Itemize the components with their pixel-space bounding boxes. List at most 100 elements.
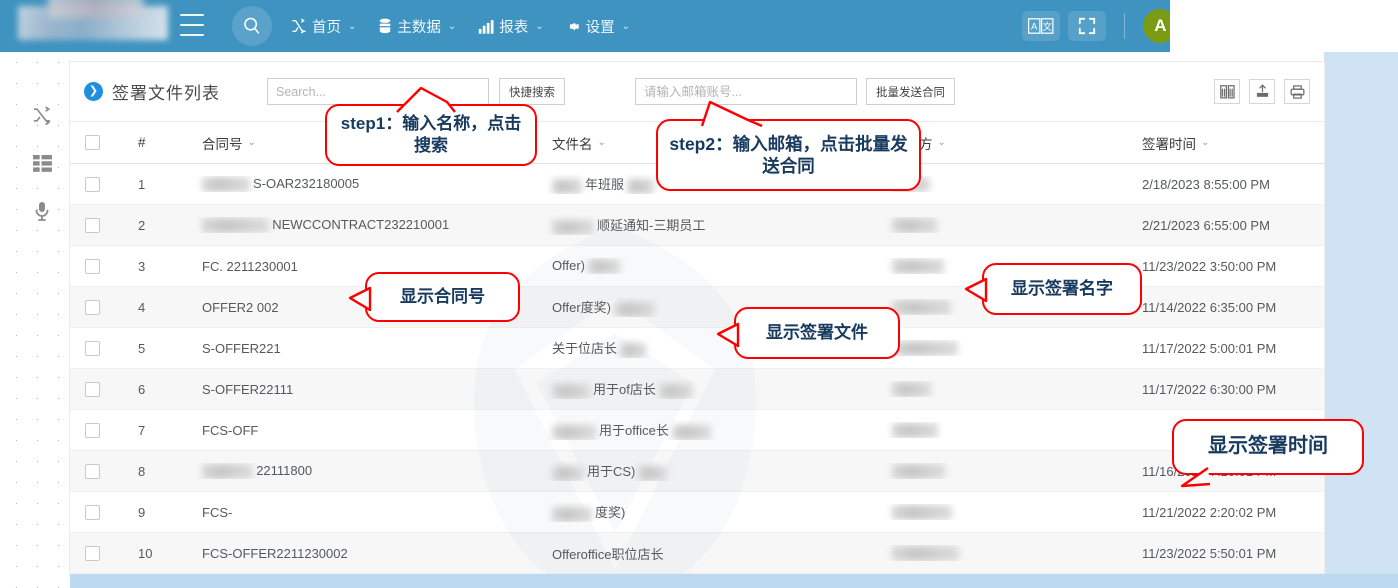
table-row[interactable]: 2 NEWCCONTRACT232210001 顺延通知-三期员工 2/21/2023… bbox=[70, 205, 1324, 246]
table-row[interactable]: 9 FCS- 度奖) 11/21/2022 2:20:02 PM bbox=[70, 492, 1324, 533]
cell-signing-party bbox=[882, 463, 1132, 480]
cell-sign-time: 11/21/2022 2:20:02 PM bbox=[1142, 504, 1277, 520]
expand-arrow-icon[interactable]: ❯ bbox=[84, 82, 103, 101]
column-label-file-name: 文件名 bbox=[552, 136, 593, 152]
cell-index: 6 bbox=[138, 381, 146, 397]
table-row[interactable]: 7 FCS-OFF 用于office长 bbox=[70, 410, 1324, 451]
row-checkbox[interactable] bbox=[84, 504, 100, 520]
cell-contract-no: S-OFFER221 bbox=[202, 340, 281, 356]
row-checkbox[interactable] bbox=[84, 258, 100, 274]
annotation-show-signed-file: 显示签署文件 bbox=[734, 307, 900, 359]
cell-file-name: 用于of店长 bbox=[542, 379, 882, 399]
cell-contract-no: S-OFFER22111 bbox=[202, 381, 294, 397]
cell-index: 5 bbox=[138, 340, 146, 356]
nav-label-master-data: 主数据 bbox=[397, 19, 441, 36]
cell-index: 2 bbox=[138, 217, 146, 233]
fullscreen-icon[interactable] bbox=[1068, 11, 1107, 41]
annotation-show-contract-no: 显示合同号 bbox=[365, 272, 520, 322]
bottom-blue-strip bbox=[70, 574, 1398, 588]
row-checkbox[interactable] bbox=[84, 381, 100, 397]
print-icon[interactable] bbox=[1284, 79, 1310, 104]
chevron-down-icon[interactable]: ⌄ bbox=[1201, 137, 1209, 148]
table-row[interactable]: 6 S-OFFER22111 用于of店长 11/17/2022 6:30:00 PM bbox=[70, 369, 1324, 410]
cell-contract-no: FCS- bbox=[202, 504, 233, 520]
row-checkbox[interactable] bbox=[84, 176, 100, 192]
svg-text:文: 文 bbox=[1043, 21, 1053, 33]
annotation-show-signing-name: 显示签署名字 bbox=[982, 263, 1142, 315]
cell-sign-time: 11/17/2022 6:30:00 PM bbox=[1142, 381, 1277, 397]
nav-item-home[interactable]: 首页 ⌄ bbox=[282, 10, 365, 43]
cell-contract-no: S-OAR232180005 bbox=[192, 176, 542, 193]
table-row[interactable]: 5 S-OFFER221 关于位店长 11/17/2022 5:00:01 PM bbox=[70, 328, 1324, 369]
callout-tail-file bbox=[716, 322, 740, 348]
cell-contract-no: 22111800 bbox=[192, 463, 542, 480]
row-checkbox-cell bbox=[70, 381, 114, 397]
global-search-icon[interactable] bbox=[232, 6, 272, 46]
cell-signing-party bbox=[882, 545, 1132, 562]
database-icon bbox=[378, 18, 392, 34]
nav-label-home: 首页 bbox=[312, 19, 341, 36]
chevron-down-icon[interactable]: ⌄ bbox=[938, 137, 946, 148]
language-switch-icon[interactable]: A 文 bbox=[1022, 11, 1061, 41]
right-blue-panel bbox=[1324, 52, 1398, 588]
cell-contract-no: NEWCCONTRACT232210001 bbox=[192, 217, 542, 234]
row-checkbox[interactable] bbox=[84, 217, 100, 233]
svg-text:A: A bbox=[1031, 22, 1038, 33]
columns-icon[interactable] bbox=[1214, 79, 1240, 104]
chevron-down-icon: ⌄ bbox=[447, 20, 457, 32]
cell-file-name: 用于CS) bbox=[542, 461, 882, 481]
row-checkbox[interactable] bbox=[84, 463, 100, 479]
row-checkbox-cell bbox=[70, 463, 114, 479]
shuffle-icon[interactable] bbox=[31, 104, 53, 126]
row-checkbox-cell bbox=[70, 299, 114, 315]
callout-tail-time bbox=[1180, 467, 1211, 488]
cell-file-name: Offeroffice职位店长 bbox=[552, 546, 664, 562]
cell-sign-time: 11/23/2022 5:50:01 PM bbox=[1142, 545, 1277, 561]
header-right-cutout bbox=[1170, 0, 1398, 52]
bar-chart-icon bbox=[478, 19, 494, 34]
cell-file-name: 顺延通知-三期员工 bbox=[542, 215, 882, 235]
export-icon[interactable] bbox=[1249, 79, 1275, 104]
cell-file-name: 用于office长 bbox=[542, 420, 882, 440]
chevron-down-icon: ⌄ bbox=[621, 20, 631, 32]
row-checkbox[interactable] bbox=[84, 340, 100, 356]
cell-index: 4 bbox=[138, 299, 146, 315]
grid-icon[interactable] bbox=[31, 152, 53, 174]
cell-sign-time: 11/14/2022 6:35:00 PM bbox=[1142, 299, 1277, 315]
select-all-checkbox-cell bbox=[70, 135, 114, 150]
cell-sign-time: 2/21/2023 6:55:00 PM bbox=[1142, 217, 1270, 233]
select-all-checkbox[interactable] bbox=[84, 135, 100, 150]
card-toolbar: ❯ 签署文件列表 快捷搜索 批量发送合同 bbox=[70, 62, 1324, 122]
toolbar-icon-group bbox=[1214, 79, 1310, 104]
column-header-index[interactable]: # bbox=[114, 135, 192, 150]
cell-contract-no: FCS-OFF bbox=[202, 422, 259, 438]
row-checkbox-cell bbox=[70, 258, 114, 274]
nav-label-reports: 报表 bbox=[499, 19, 529, 36]
row-checkbox-cell bbox=[70, 217, 114, 233]
card-title-group: ❯ 签署文件列表 bbox=[84, 79, 220, 104]
nav-item-reports[interactable]: 报表 ⌄ bbox=[469, 10, 552, 43]
shuffle-icon bbox=[291, 18, 307, 34]
microphone-icon[interactable] bbox=[31, 200, 53, 222]
chevron-down-icon: ⌄ bbox=[535, 20, 544, 32]
row-checkbox[interactable] bbox=[84, 422, 100, 438]
batch-send-contract-button[interactable]: 批量发送合同 bbox=[866, 78, 955, 105]
column-header-sign-time[interactable]: 签署时间 ⌄ bbox=[1132, 133, 1324, 153]
cell-index: 8 bbox=[138, 463, 146, 479]
chevron-down-icon[interactable]: ⌄ bbox=[248, 137, 256, 148]
row-checkbox-cell bbox=[70, 422, 114, 438]
cell-sign-time: 11/17/2022 5:00:01 PM bbox=[1142, 340, 1277, 356]
gear-icon bbox=[566, 19, 581, 34]
row-checkbox[interactable] bbox=[84, 545, 100, 561]
left-icon-rail bbox=[24, 104, 60, 222]
nav-item-settings[interactable]: 设置 ⌄ bbox=[557, 10, 639, 43]
menu-toggle-icon[interactable] bbox=[180, 14, 204, 36]
row-checkbox-cell bbox=[70, 545, 114, 561]
cell-contract-no: FCS-OFFER2211230002 bbox=[202, 545, 348, 561]
nav-item-master-data[interactable]: 主数据 ⌄ bbox=[369, 10, 465, 43]
chevron-down-icon[interactable]: ⌄ bbox=[598, 137, 606, 148]
row-checkbox[interactable] bbox=[84, 299, 100, 315]
table-row[interactable]: 822111800用于CS)11/16/2022 7:20:01 PM bbox=[70, 451, 1324, 492]
table-body: 1 S-OAR232180005 年班服 2/18/2023 8:55:00 PM 2 N… bbox=[70, 164, 1324, 574]
table-row[interactable]: 10 FCS-OFFER2211230002 Offeroffice职位店长 11/2… bbox=[70, 533, 1324, 574]
